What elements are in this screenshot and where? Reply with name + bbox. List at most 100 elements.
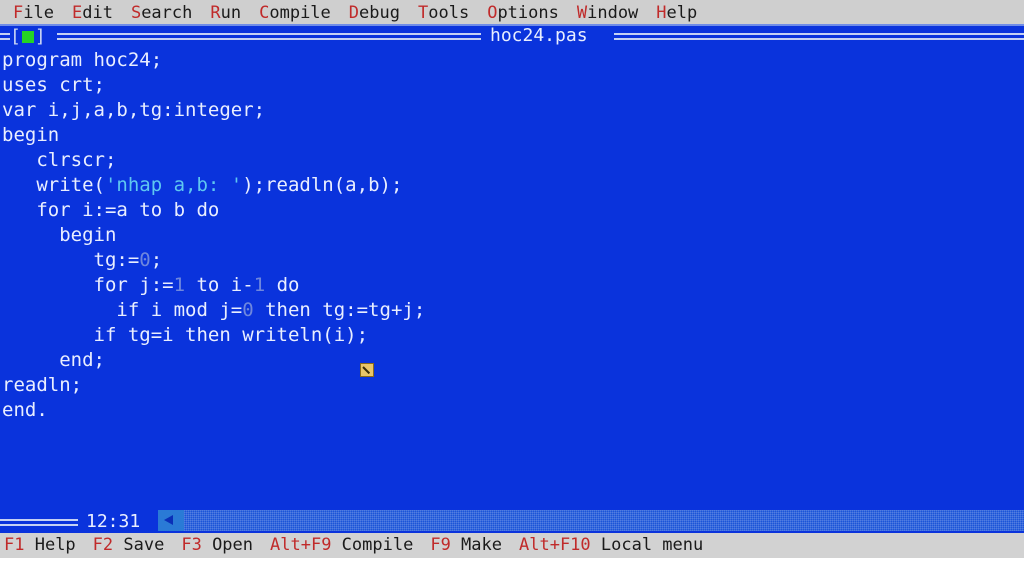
code-token: if tg=i then writeln(i); [2,324,369,346]
code-token: readln; [2,374,83,396]
code-line[interactable]: for j:=1 to i-1 do [0,273,1024,298]
code-editor-area[interactable]: program hoc24; uses crt; var i,j,a,b,tg:in… [0,48,1024,510]
fkey-label: Help [24,535,76,555]
menu-item-label: ptions [497,3,559,23]
code-line[interactable]: tg:=0; [0,248,1024,273]
fkey-make[interactable]: F9 Make [430,535,502,556]
code-line[interactable]: if i mod j=0 then tg:=tg+j; [0,298,1024,323]
code-token: for j:= [2,274,174,296]
code-token: to i- [185,274,254,296]
code-token: end; [2,349,105,371]
menu-item-tools[interactable]: Tools [409,2,478,24]
code-token: var i,j,a,b,tg:integer; [2,99,266,121]
close-box-bracket-left: [ [10,26,21,47]
triangle-left-icon [164,515,173,525]
code-token: begin [2,224,117,246]
code-token: end. [2,399,48,421]
menu-item-hotkey: H [656,3,667,23]
code-token: program hoc24; [2,49,163,71]
numeric-literal-token: 0 [242,299,254,321]
window-title-bar: [] hoc24.pas [0,26,1024,48]
editor-window: [] hoc24.pas program hoc24; uses crt; var … [0,26,1024,533]
code-token: uses crt; [2,74,105,96]
code-line[interactable]: begin [0,223,1024,248]
title-rule-left [57,33,481,40]
code-token: tg:= [2,249,140,271]
code-line[interactable]: program hoc24; [0,48,1024,73]
menu-item-options[interactable]: Options [478,2,568,24]
menu-item-label: dit [82,3,113,23]
title-rule-right [614,33,1014,40]
menu-item-run[interactable]: Run [201,2,250,24]
menu-item-label: ompile [269,3,331,23]
code-line[interactable]: begin [0,123,1024,148]
code-token: );readln(a,b); [242,174,403,196]
horizontal-scrollbar[interactable] [158,510,1024,531]
code-token: write( [2,174,105,196]
code-line[interactable]: readln; [0,373,1024,398]
scrollbar-track[interactable] [184,510,1024,531]
title-rule-left-cap [0,33,10,40]
menu-item-label: ools [428,3,470,23]
menu-item-hotkey: C [259,3,270,23]
bottom-rule-left [0,519,78,526]
code-line[interactable]: end. [0,398,1024,423]
close-box-bracket-right: ] [34,26,46,47]
menu-item-window[interactable]: Window [568,2,647,24]
menu-item-hotkey: D [348,3,360,23]
fkey-save[interactable]: F2 Save [93,535,165,556]
fkey-key: F3 [181,535,202,555]
fkey-local-menu[interactable]: Alt+F10 Local menu [519,535,703,556]
code-line[interactable]: clrscr; [0,148,1024,173]
mouse-cursor-icon [360,363,374,377]
code-token: ; [150,249,163,271]
menu-item-compile[interactable]: Compile [250,2,340,24]
code-token: do [265,274,300,296]
fkey-key: Alt+F9 [270,535,332,555]
code-token: clrscr; [2,149,117,171]
fkey-key: F2 [92,535,114,555]
fkey-open[interactable]: F3 Open [181,535,253,556]
menu-item-label: elp [666,3,698,23]
fkey-compile[interactable]: Alt+F9 Compile [270,535,413,556]
menu-item-hotkey: S [130,3,142,23]
code-line[interactable]: var i,j,a,b,tg:integer; [0,98,1024,123]
title-rule-right-cap [1014,33,1024,40]
menu-item-search[interactable]: Search [122,2,201,24]
fkey-key: F9 [430,535,451,555]
scroll-left-arrow-icon[interactable] [158,510,184,531]
code-token: then tg:=tg+j; [253,299,426,321]
fkey-label: Open [201,535,254,555]
code-line[interactable]: uses crt; [0,73,1024,98]
menu-item-label: ile [23,3,54,23]
code-line[interactable]: write('nhap a,b: ');readln(a,b); [0,173,1024,198]
code-token: if i mod j= [2,299,243,321]
bottom-white-strip [0,558,1024,569]
fkey-help[interactable]: F1 Help [4,535,76,556]
ide-window: File Edit Search Run Compile Debug Tools Option… [0,0,1024,569]
menu-item-label: indow [587,3,639,23]
fkey-key: Alt+F10 [519,535,591,555]
menu-item-hotkey: O [487,3,498,23]
window-bottom-frame: 12:31 [0,510,1024,533]
numeric-literal-token: 1 [253,274,266,296]
menu-item-edit[interactable]: Edit [63,2,122,24]
menu-item-help[interactable]: Help [647,2,706,24]
cursor-position-indicator: 12:31 [86,511,141,532]
code-line[interactable]: for i:=a to b do [0,198,1024,223]
fkey-label: Make [450,535,502,555]
window-close-box[interactable]: [] [10,28,46,46]
fkey-label: Local menu [590,535,704,555]
code-line[interactable]: if tg=i then writeln(i); [0,323,1024,348]
code-token: begin [2,124,60,146]
menu-item-file[interactable]: File [4,2,63,24]
string-literal-token: 'nhap a,b: ' [104,174,243,196]
code-line[interactable]: end; [0,348,1024,373]
menu-item-label: un [220,3,242,23]
window-title: hoc24.pas [490,26,588,46]
menu-item-hotkey: E [71,3,83,23]
numeric-literal-token: 0 [139,249,151,271]
menu-item-hotkey: W [576,3,588,23]
code-token: for i:=a to b do [2,199,220,221]
menu-item-debug[interactable]: Debug [340,2,409,24]
